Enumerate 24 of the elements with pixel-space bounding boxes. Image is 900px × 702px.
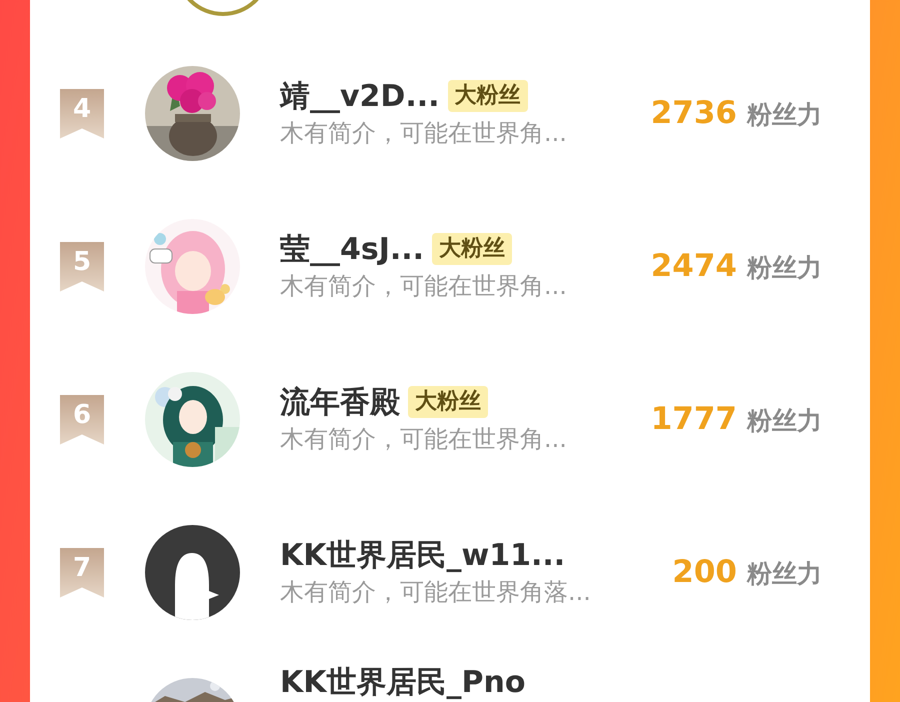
rank-badge: 7 bbox=[60, 548, 104, 598]
user-name: 流年香殿 bbox=[280, 384, 400, 420]
rank-badge: 4 bbox=[60, 88, 104, 138]
fan-badge: 大粉丝 bbox=[408, 386, 488, 418]
score-label: 粉丝力 bbox=[747, 558, 822, 590]
fan-score: 1777 bbox=[650, 400, 737, 440]
fan-badge: 大粉丝 bbox=[432, 232, 512, 264]
score-label: 粉丝力 bbox=[747, 99, 822, 132]
user-name: KK世界居民_w11... bbox=[280, 538, 566, 572]
user-bio: 木有简介，可能在世界角... bbox=[280, 424, 568, 454]
fan-score: 2474 bbox=[650, 247, 737, 286]
fan-score: 2736 bbox=[650, 94, 737, 134]
user-bio: 木有简介，可能在世界角... bbox=[280, 270, 568, 302]
score-label: 粉丝力 bbox=[747, 252, 822, 284]
user-name: 靖__v2D... bbox=[280, 78, 440, 114]
rank-badge: 6 bbox=[60, 394, 104, 444]
user-name: 莹__4sJ... bbox=[280, 232, 424, 266]
user-bio: 木有简介，可能在世界角... bbox=[280, 118, 568, 148]
user-name: KK世界居民_Pno bbox=[280, 665, 526, 700]
score-label: 粉丝力 bbox=[747, 405, 822, 438]
fan-score: 200 bbox=[672, 553, 737, 592]
rank-badge: 5 bbox=[60, 242, 104, 292]
fan-badge: 大粉丝 bbox=[448, 80, 528, 112]
user-bio: 木有简介，可能在世界角落... bbox=[280, 576, 592, 608]
